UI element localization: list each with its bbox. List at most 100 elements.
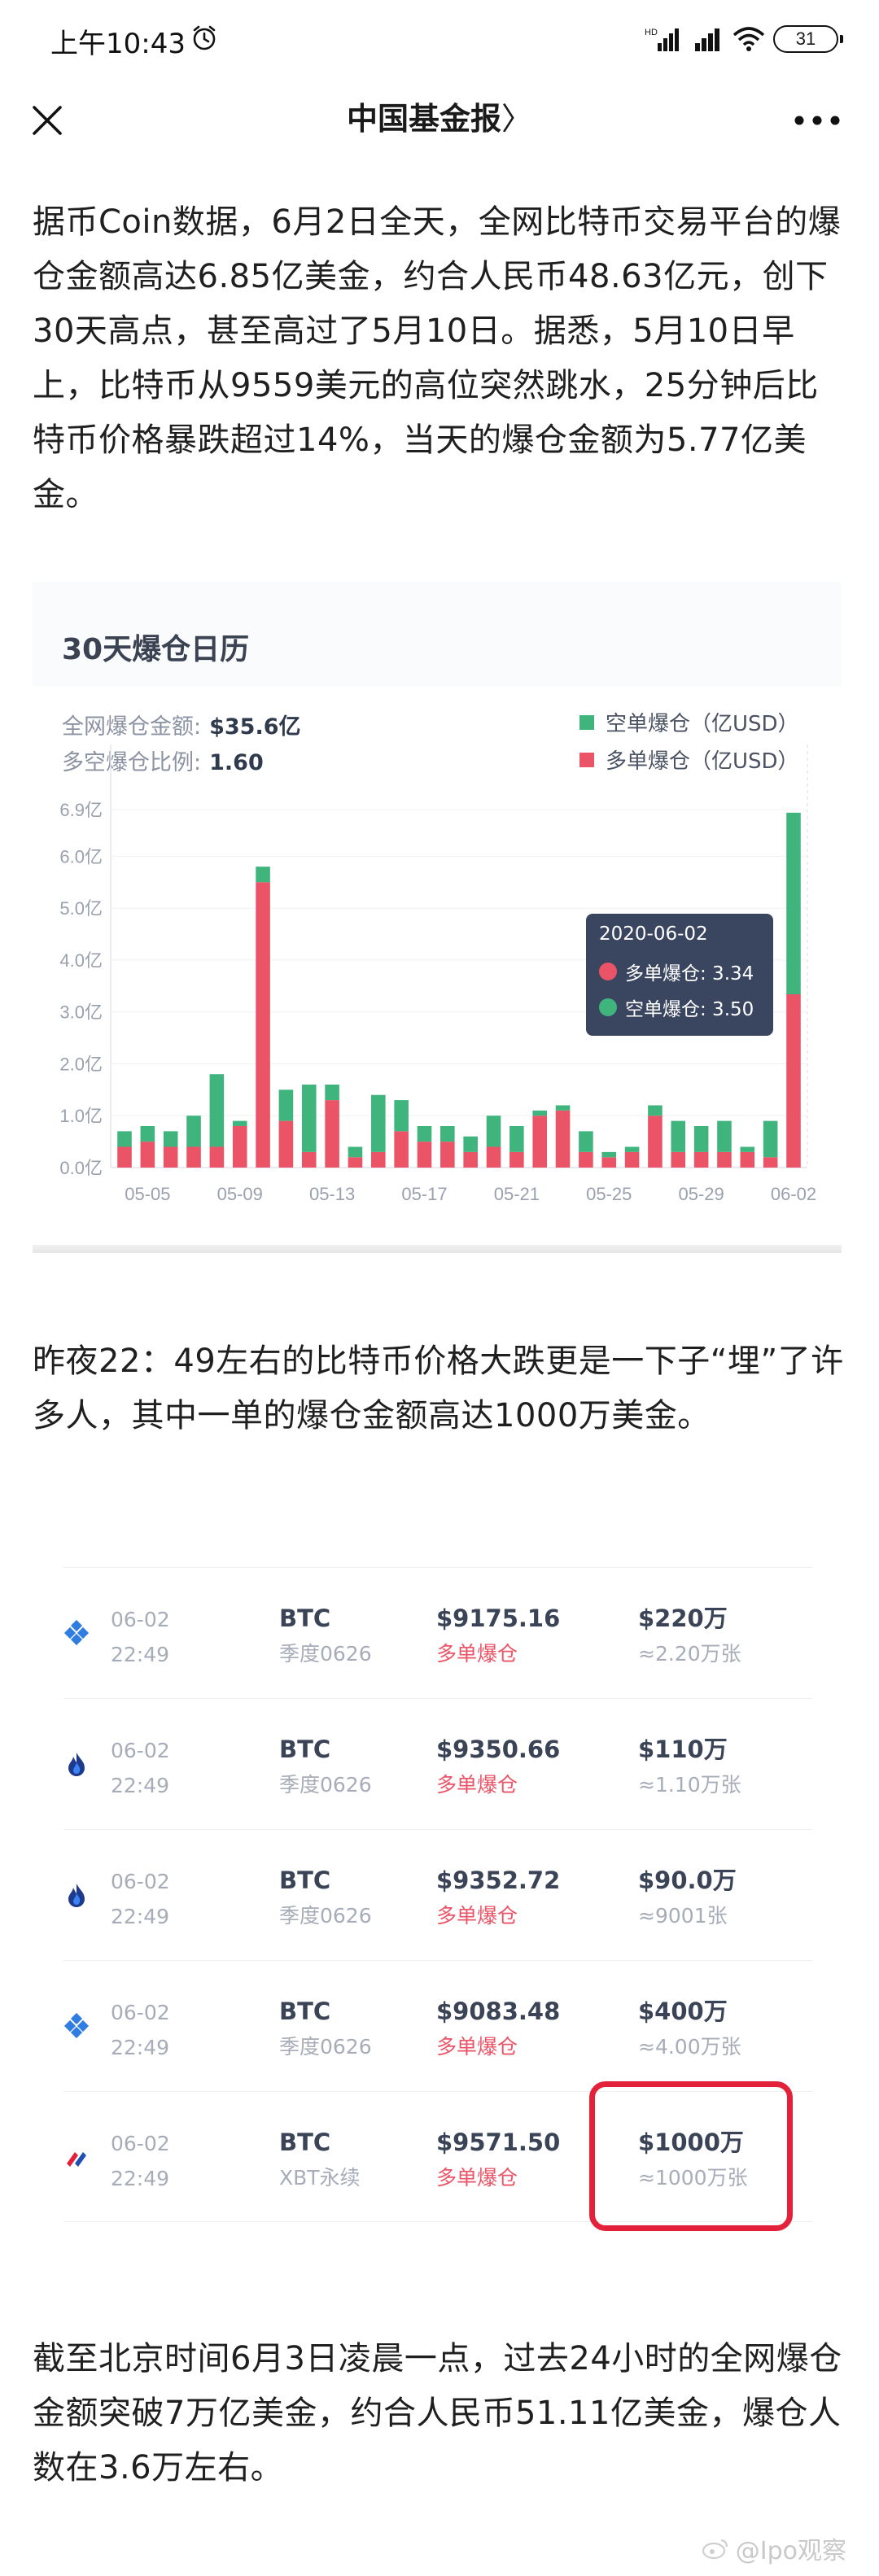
- bar-long: [648, 1116, 663, 1168]
- y-tick-label: 6.9亿: [59, 800, 103, 820]
- liquidation-row[interactable]: 06-02 22:49 BTC 季度0626 $9350.66 多单爆仓 $110万 ≈1.1…: [63, 1698, 812, 1829]
- bar-short: [394, 1100, 409, 1132]
- liq-side: 多单爆仓: [436, 2166, 518, 2190]
- wifi-icon: [732, 27, 765, 51]
- status-bar: 上午10:43 HD 31: [0, 0, 879, 78]
- more-icon[interactable]: [791, 111, 843, 130]
- highlight-circle-annotation: [589, 2081, 793, 2231]
- liq-side: 多单爆仓: [436, 1904, 518, 1928]
- liq-datetime: 06-02 22:49: [111, 2126, 170, 2196]
- bar-long: [440, 1142, 455, 1168]
- liq-quantity: ≈2.20万张: [638, 1642, 741, 1666]
- liq-datetime: 06-02 22:49: [111, 1733, 170, 1803]
- account-title[interactable]: 中国基金报〉: [0, 96, 879, 142]
- tooltip-long-row: 多单爆仓: 3.34: [599, 958, 760, 985]
- tooltip-long-dot: [599, 963, 617, 980]
- bar-short: [579, 1131, 593, 1152]
- y-tick-label: 1.0亿: [59, 1106, 103, 1126]
- exchange-icon-bitmex: [63, 2144, 90, 2170]
- bar-short: [740, 1146, 755, 1152]
- chevron-right-icon: 〉: [501, 101, 533, 137]
- chart-title: 30天爆仓日历: [62, 633, 250, 666]
- liq-symbol: BTC: [279, 1605, 331, 1632]
- bar-long: [601, 1157, 617, 1168]
- y-tick-label: 6.0亿: [59, 846, 103, 867]
- x-tick-label: 05-09: [217, 1184, 263, 1204]
- weibo-icon: [702, 2539, 728, 2560]
- x-tick-label: 05-17: [401, 1184, 447, 1204]
- bar-long: [486, 1146, 501, 1168]
- liquidation-row[interactable]: 06-02 22:49 BTC 季度0626 $9175.16 多单爆仓 $220万 ≈2.2…: [63, 1567, 812, 1698]
- bar-long: [256, 882, 270, 1168]
- bar-short: [555, 1105, 571, 1111]
- bar-short: [440, 1125, 455, 1142]
- bar-long: [579, 1151, 593, 1168]
- bar-long: [325, 1100, 339, 1168]
- bar-long: [624, 1151, 640, 1168]
- tooltip-date: 2020-06-02: [599, 923, 708, 945]
- x-tick-label: 05-21: [494, 1184, 540, 1204]
- liq-symbol: BTC: [279, 1997, 331, 2025]
- y-tick-label: 4.0亿: [59, 950, 103, 971]
- tooltip-short-value: 空单爆仓: 3.50: [625, 999, 754, 1020]
- bar-short: [624, 1146, 640, 1152]
- bar-short: [278, 1089, 294, 1121]
- article-paragraph-2: 昨夜22：49左右的比特币价格大跌更是一下子“埋”了许多人，其中一单的爆仓金额高…: [33, 1343, 844, 1434]
- liq-contract: XBT永续: [279, 2166, 361, 2190]
- bar-long: [693, 1151, 709, 1168]
- tooltip-short-dot: [599, 998, 617, 1016]
- battery-level: 31: [795, 28, 816, 49]
- bar-long: [740, 1151, 755, 1168]
- liquidation-row[interactable]: 06-02 22:49 BTC 季度0626 $9352.72 多单爆仓 $90.0万 ≈90…: [63, 1829, 812, 1960]
- bar-short: [371, 1094, 386, 1152]
- exchange-icon-blue-flame: [63, 1882, 90, 1908]
- bar-short: [348, 1146, 363, 1158]
- liq-side: 多单爆仓: [436, 1642, 518, 1666]
- x-tick-label: 06-02: [771, 1184, 816, 1204]
- bar-short: [163, 1131, 178, 1147]
- x-tick-label: 05-25: [586, 1184, 632, 1204]
- liq-date: 06-02: [111, 2001, 170, 2024]
- bar-long: [532, 1116, 547, 1168]
- bar-short: [463, 1136, 478, 1152]
- liq-time: 22:49: [111, 1643, 170, 1666]
- liq-time: 22:49: [111, 2036, 170, 2059]
- exchange-icon-blue-diamond: [63, 2012, 90, 2039]
- bar-short: [256, 867, 270, 883]
- bar-long: [163, 1146, 178, 1168]
- bar-short: [486, 1116, 501, 1147]
- bar-long: [209, 1146, 225, 1168]
- bar-short: [301, 1084, 317, 1152]
- liq-contract: 季度0626: [279, 1904, 372, 1928]
- network-label: HD: [645, 28, 658, 37]
- card-bottom-divider: [33, 1245, 842, 1253]
- signal-icon: HD: [645, 28, 679, 51]
- x-tick-label: 05-13: [309, 1184, 355, 1204]
- bar-long: [671, 1151, 686, 1168]
- bar-long: [278, 1120, 294, 1168]
- status-time: 上午10:43: [50, 28, 186, 60]
- bar-short: [693, 1125, 709, 1152]
- y-tick-label: 3.0亿: [59, 1002, 103, 1023]
- bar-short: [532, 1110, 547, 1116]
- bar-short: [186, 1116, 201, 1147]
- y-tick-label: 0.0亿: [59, 1158, 103, 1178]
- liq-symbol: BTC: [279, 1867, 331, 1894]
- liq-amount: $110万: [638, 1736, 728, 1763]
- liq-datetime: 06-02 22:49: [111, 1602, 170, 1672]
- liq-date: 06-02: [111, 1739, 170, 1762]
- account-name: 中国基金报: [346, 101, 501, 137]
- bar-long: [186, 1146, 201, 1168]
- chart-header: 30天爆仓日历: [33, 582, 842, 686]
- liq-quantity: ≈9001张: [638, 1904, 728, 1928]
- bar-long: [786, 994, 801, 1168]
- liq-price: $9083.48: [436, 1997, 561, 2025]
- liq-symbol: BTC: [279, 1736, 331, 1763]
- bar-long: [348, 1157, 363, 1168]
- bar-long: [301, 1151, 317, 1168]
- bar-short: [417, 1125, 432, 1142]
- liq-quantity: ≈1.10万张: [638, 1773, 741, 1797]
- liq-amount: $220万: [638, 1605, 728, 1632]
- liquidation-row[interactable]: 06-02 22:49 BTC 季度0626 $9083.48 多单爆仓 $400万 ≈4.0…: [63, 1960, 812, 2091]
- liq-amount: $90.0万: [638, 1867, 737, 1894]
